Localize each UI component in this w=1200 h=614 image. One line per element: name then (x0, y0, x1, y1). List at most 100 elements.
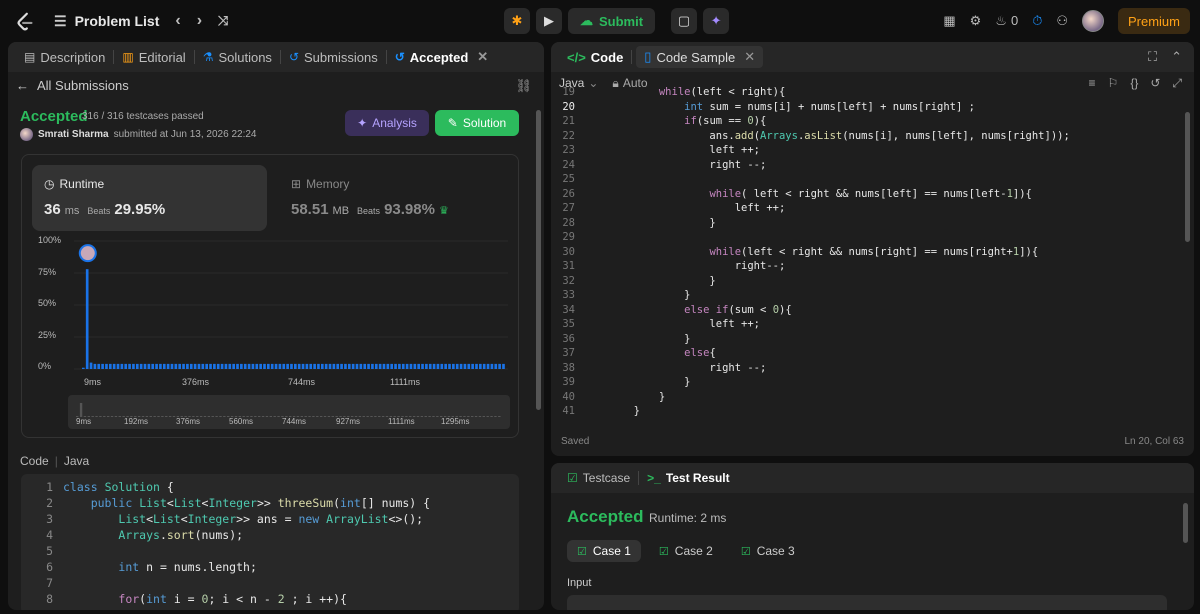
tab-accepted[interactable]: ↺ Accepted ✕ (387, 42, 497, 72)
chart-bar[interactable] (205, 363, 208, 369)
format-icon[interactable]: ≡ (1089, 76, 1096, 91)
tab-solutions[interactable]: ⚗ Solutions (195, 42, 280, 72)
chart-bar[interactable] (417, 363, 420, 369)
chart-bar[interactable] (455, 363, 459, 369)
close-icon[interactable]: ✕ (744, 49, 755, 65)
chart-bar[interactable] (124, 363, 128, 369)
chevron-up-icon[interactable]: ⌃ (1171, 49, 1182, 65)
chart-bar[interactable] (386, 363, 390, 369)
chart-bar[interactable] (432, 363, 436, 369)
chart-bar[interactable] (444, 363, 447, 369)
chart-bar[interactable] (359, 363, 363, 369)
leetcode-logo-icon[interactable] (14, 11, 36, 33)
chart-bar[interactable] (471, 363, 474, 369)
chart-bar[interactable] (120, 363, 124, 369)
run-button[interactable]: ▶ (536, 8, 562, 34)
chart-bar[interactable] (93, 363, 97, 369)
code-editor[interactable]: 19 while(left < right){20 int sum = nums… (551, 86, 1194, 426)
gear-icon[interactable]: ⚙ (970, 13, 982, 29)
runtime-card[interactable]: ◷ Runtime 36 ms Beats 29.95% (32, 165, 267, 231)
reset-icon[interactable]: ↺ (1150, 76, 1160, 91)
chart-bar[interactable] (371, 363, 374, 369)
braces-icon[interactable]: {} (1130, 76, 1138, 91)
chart-bar[interactable] (132, 363, 135, 369)
notes-button[interactable]: ▢ (671, 8, 698, 34)
author-name[interactable]: Smrati Sharma (38, 129, 109, 140)
chart-bar[interactable] (155, 363, 158, 369)
chart-bar[interactable] (259, 363, 262, 369)
chart-bar[interactable] (197, 363, 201, 369)
chart-bar[interactable] (413, 363, 417, 369)
chart-bar[interactable] (401, 363, 405, 369)
chart-bar[interactable] (374, 363, 378, 369)
case-1-tab[interactable]: ☑ Case 1 (567, 540, 641, 562)
scrollbar[interactable] (1183, 503, 1188, 543)
chart-bar[interactable] (151, 363, 155, 369)
shuffle-icon[interactable]: ⤨ (218, 13, 228, 29)
layout-icon[interactable]: ▦ (943, 13, 955, 29)
chart-bar[interactable] (425, 363, 428, 369)
chart-bar[interactable] (494, 363, 498, 369)
chart-bar[interactable] (166, 363, 170, 369)
chart-range-slider[interactable]: 9ms 192ms 376ms 560ms 744ms 927ms 1111ms… (68, 395, 510, 429)
chart-bar[interactable] (294, 363, 297, 369)
maximize-icon[interactable]: ⛶ (1148, 49, 1157, 65)
chart-bar[interactable] (278, 363, 282, 369)
chart-bar[interactable] (274, 363, 278, 369)
scrollbar[interactable] (536, 110, 541, 410)
tab-description[interactable]: ▤ Description (16, 42, 113, 72)
chart-bar[interactable] (147, 363, 151, 369)
chart-bar[interactable] (236, 363, 239, 369)
chart-bar[interactable] (297, 363, 301, 369)
chart-bar[interactable] (240, 363, 243, 369)
chart-bar[interactable] (224, 363, 228, 369)
chart-bar[interactable] (255, 363, 259, 369)
chart-bar[interactable] (328, 363, 332, 369)
chart-bar[interactable] (290, 363, 293, 369)
chart-bar[interactable] (398, 363, 401, 369)
chart-bar[interactable] (143, 363, 147, 369)
chart-bar[interactable] (355, 363, 359, 369)
chart-bar[interactable] (112, 363, 116, 369)
solution-button[interactable]: ✎ Solution (435, 110, 519, 136)
chart-bar[interactable] (482, 363, 486, 369)
chart-bar[interactable] (367, 363, 370, 369)
chart-bar[interactable] (502, 363, 505, 369)
chart-bar[interactable] (363, 363, 367, 369)
tab-submissions[interactable]: ↺ Submissions (281, 42, 386, 72)
next-problem-icon[interactable]: › (197, 12, 202, 30)
premium-button[interactable]: Premium (1117, 8, 1190, 34)
chart-bar[interactable] (135, 363, 139, 369)
chart-bar[interactable] (243, 363, 247, 369)
chart-bar[interactable] (209, 363, 212, 369)
share-link-icon[interactable]: ⛓ (515, 78, 532, 94)
chart-bar[interactable] (216, 363, 220, 369)
scrollbar[interactable] (1185, 112, 1190, 242)
chart-bar[interactable] (463, 363, 467, 369)
chart-bar[interactable] (193, 363, 197, 369)
streak-counter[interactable]: ♨ 0 (995, 13, 1018, 29)
chart-bar[interactable] (97, 363, 101, 369)
your-submission-marker[interactable] (78, 244, 97, 263)
chart-bar[interactable] (452, 363, 455, 369)
chart-bar[interactable] (309, 363, 313, 369)
chart-bar[interactable] (490, 363, 494, 369)
chart-bar[interactable] (189, 363, 193, 369)
chart-bar[interactable] (394, 363, 397, 369)
chart-bar[interactable] (82, 367, 85, 369)
chart-bar[interactable] (405, 363, 409, 369)
chart-bar[interactable] (382, 363, 386, 369)
chart-bar[interactable] (344, 363, 347, 369)
chart-bar[interactable] (263, 363, 266, 369)
tab-testcase[interactable]: ☑ Testcase (559, 463, 638, 493)
chart-bar[interactable] (305, 363, 309, 369)
ai-button[interactable]: ✦ (703, 8, 730, 34)
chart-bar[interactable] (282, 363, 286, 369)
chart-bar[interactable] (409, 363, 413, 369)
chart-bar[interactable] (116, 363, 120, 369)
case-3-tab[interactable]: ☑ Case 3 (731, 540, 805, 562)
avatar[interactable] (1081, 10, 1104, 32)
chart-bar[interactable] (301, 363, 305, 369)
chart-bar[interactable] (101, 363, 104, 369)
chart-bar[interactable] (378, 363, 382, 369)
